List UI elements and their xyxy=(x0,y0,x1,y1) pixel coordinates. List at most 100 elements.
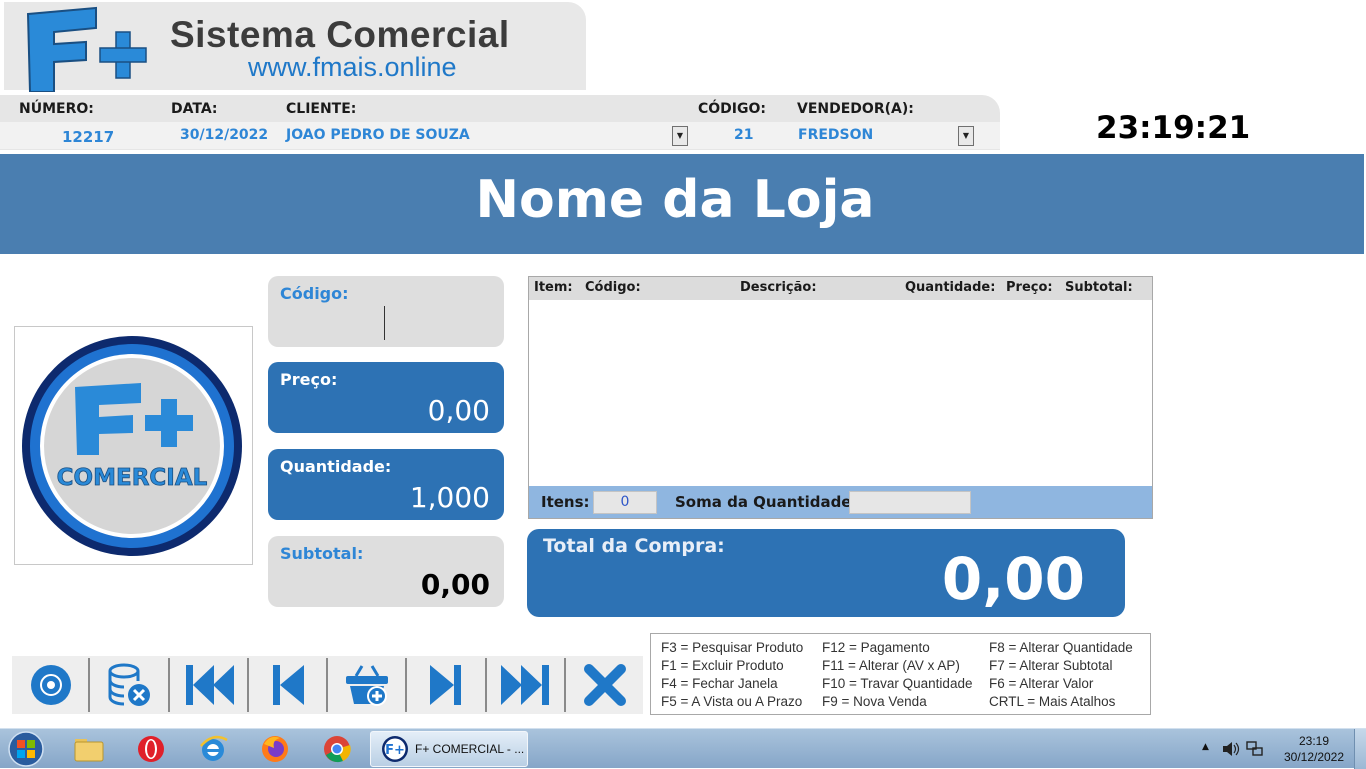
add-basket-button[interactable] xyxy=(328,656,405,714)
store-name: Nome da Loja xyxy=(475,170,875,230)
column-header-subtotal: Subtotal: xyxy=(1065,280,1133,295)
shortcut-f1: F1 = Excluir Produto xyxy=(661,658,784,673)
logo-title: Sistema Comercial xyxy=(170,14,510,55)
disc-button[interactable] xyxy=(12,656,89,714)
shortcut-f6: F6 = Alterar Valor xyxy=(989,676,1094,691)
action-toolbar xyxy=(12,656,643,714)
codigo-field-label: Código: xyxy=(280,284,349,303)
taskbar-explorer[interactable] xyxy=(72,733,106,765)
vendedor-label: VENDEDOR(A): xyxy=(797,101,914,117)
shortcuts-panel: F3 = Pesquisar Produto F12 = Pagamento F… xyxy=(650,633,1151,715)
total-compra-label: Total da Compra: xyxy=(543,535,725,557)
folder-icon xyxy=(74,739,104,762)
taskbar-date[interactable]: 30/12/2022 xyxy=(1276,750,1352,764)
taskbar-opera[interactable] xyxy=(134,733,168,765)
opera-icon xyxy=(138,736,164,762)
codigo-label: CÓDIGO: xyxy=(698,101,766,117)
cliente-label: CLIENTE: xyxy=(286,101,357,117)
start-button[interactable] xyxy=(6,731,46,767)
taskbar-time[interactable]: 23:19 xyxy=(1284,734,1344,748)
fplus-logo-icon xyxy=(26,6,147,92)
logo-comercial-text: COMERCIAL xyxy=(57,465,208,491)
preco-field-value[interactable]: 0,00 xyxy=(428,394,490,427)
show-hidden-icons-button[interactable]: ▲ xyxy=(1202,742,1209,752)
data-value[interactable]: 30/12/2022 xyxy=(180,127,268,143)
shortcut-f12: F12 = Pagamento xyxy=(822,640,930,655)
soma-quantidade-value xyxy=(849,491,971,514)
delete-database-button[interactable] xyxy=(90,656,167,714)
shortcut-f9: F9 = Nova Venda xyxy=(822,694,927,709)
shortcut-f3: F3 = Pesquisar Produto xyxy=(661,640,804,655)
column-header-quantidade: Quantidade: xyxy=(905,280,996,295)
column-header-item: Item: xyxy=(534,280,573,295)
internet-explorer-icon xyxy=(200,735,228,761)
show-desktop-button[interactable] xyxy=(1354,729,1366,769)
shortcut-f8: F8 = Alterar Quantidade xyxy=(989,640,1133,655)
firefox-icon xyxy=(262,736,288,762)
vendedor-dropdown-button[interactable]: ▼ xyxy=(958,126,974,146)
shortcut-f5: F5 = A Vista ou A Prazo xyxy=(661,694,803,709)
items-table-header: Item: Código: Descrição: Quantidade: Pre… xyxy=(529,277,1152,300)
quantidade-field-value[interactable]: 1,000 xyxy=(410,481,490,514)
codigo-value: 21 xyxy=(734,127,754,143)
previous-record-button[interactable] xyxy=(249,656,326,714)
disc-icon xyxy=(30,665,71,705)
chrome-icon xyxy=(324,736,351,763)
vendedor-value[interactable]: FREDSON xyxy=(798,127,873,143)
cliente-dropdown-button[interactable]: ▼ xyxy=(672,126,688,146)
taskbar-firefox[interactable] xyxy=(258,733,292,765)
total-compra-value: 0,00 xyxy=(941,545,1085,613)
logo-url: www.fmais.online xyxy=(248,52,457,82)
svg-text:F+: F+ xyxy=(385,743,405,758)
network-icon[interactable] xyxy=(1246,741,1264,757)
total-compra-panel: Total da Compra: 0,00 xyxy=(527,529,1125,617)
windows-taskbar: F+ F+ COMERCIAL - ... ▲ 23:19 30/12/2022 xyxy=(0,728,1366,769)
close-icon xyxy=(583,664,626,706)
basket-add-icon xyxy=(345,665,388,706)
clock: 23:19:21 xyxy=(1096,110,1251,146)
quantidade-field-label: Quantidade: xyxy=(280,457,392,476)
close-button[interactable] xyxy=(566,656,643,714)
preco-field[interactable]: Preço: 0,00 xyxy=(268,362,504,433)
shortcut-f10: F10 = Travar Quantidade xyxy=(822,676,973,691)
fplus-app-icon: F+ xyxy=(382,736,408,762)
cliente-value[interactable]: JOAO PEDRO DE SOUZA xyxy=(286,127,470,143)
data-label: DATA: xyxy=(171,101,218,117)
last-record-icon xyxy=(500,665,549,705)
codigo-field[interactable]: Código: xyxy=(268,276,504,347)
first-record-icon xyxy=(185,665,234,705)
next-record-button[interactable] xyxy=(407,656,484,714)
fplus-comercial-logo-icon: COMERCIAL xyxy=(22,336,242,556)
subtotal-field[interactable]: Subtotal: 0,00 xyxy=(268,536,504,607)
last-record-button[interactable] xyxy=(487,656,564,714)
soma-quantidade-label: Soma da Quantidade: xyxy=(675,493,858,511)
numero-label: NÚMERO: xyxy=(19,101,94,117)
shortcut-f11: F11 = Alterar (AV x AP) xyxy=(822,658,960,673)
volume-icon[interactable] xyxy=(1222,741,1240,757)
column-header-codigo: Código: xyxy=(585,280,641,295)
column-header-preco: Preço: xyxy=(1006,280,1053,295)
next-record-icon xyxy=(429,665,461,705)
itens-count-value: 0 xyxy=(593,491,657,514)
company-logo-panel: COMERCIAL xyxy=(14,326,253,565)
items-table[interactable]: Item: Código: Descrição: Quantidade: Pre… xyxy=(528,276,1153,519)
database-delete-icon xyxy=(108,663,150,706)
subtotal-field-label: Subtotal: xyxy=(280,544,364,563)
shortcut-f4: F4 = Fechar Janela xyxy=(661,676,778,691)
taskbar-chrome[interactable] xyxy=(320,733,354,765)
numero-value: 12217 xyxy=(62,128,115,146)
taskbar-task-label: F+ COMERCIAL - ... xyxy=(415,742,525,756)
items-table-footer: Itens: 0 Soma da Quantidade: xyxy=(529,486,1152,518)
itens-count-label: Itens: xyxy=(541,493,590,511)
subtotal-field-value[interactable]: 0,00 xyxy=(421,568,490,601)
previous-record-icon xyxy=(272,665,304,705)
first-record-button[interactable] xyxy=(170,656,247,714)
taskbar-internet-explorer[interactable] xyxy=(196,733,230,765)
column-header-descricao: Descrição: xyxy=(740,280,817,295)
taskbar-active-task[interactable]: F+ F+ COMERCIAL - ... xyxy=(370,731,528,767)
shortcut-f7: F7 = Alterar Subtotal xyxy=(989,658,1113,673)
preco-field-label: Preço: xyxy=(280,370,338,389)
quantidade-field[interactable]: Quantidade: 1,000 xyxy=(268,449,504,520)
shortcut-crtl: CRTL = Mais Atalhos xyxy=(989,694,1116,709)
text-caret xyxy=(384,306,385,340)
